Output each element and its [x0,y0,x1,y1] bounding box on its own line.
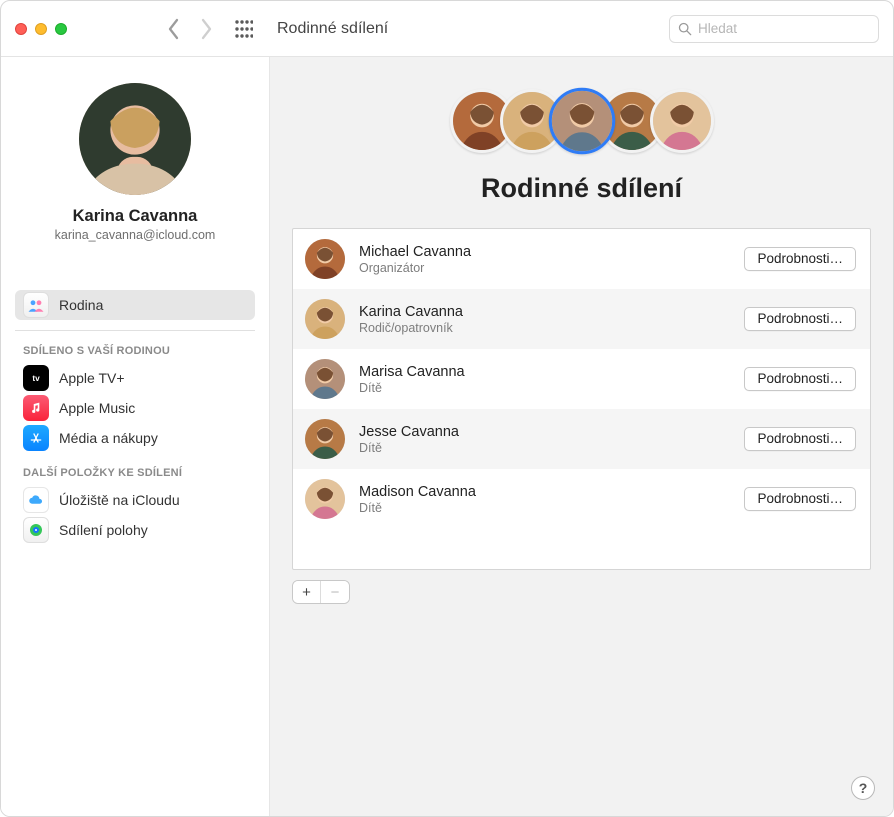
sidebar-item-apple-music[interactable]: Apple Music [15,393,255,423]
app-store-icon [23,425,49,451]
member-name: Michael Cavanna [359,244,730,260]
member-avatar [305,239,345,279]
sidebar-item-label: Média a nákupy [59,430,158,446]
member-details-button[interactable]: Podrobnosti… [744,247,856,271]
member-avatar [305,479,345,519]
member-details-button[interactable]: Podrobnosti… [744,367,856,391]
member-details-button[interactable]: Podrobnosti… [744,307,856,331]
search-input[interactable] [698,21,870,36]
family-member-row[interactable]: Jesse Cavanna Dítě Podrobnosti… [293,409,870,469]
apple-music-icon [23,395,49,421]
family-members-table: Michael Cavanna Organizátor Podrobnosti…… [292,228,871,570]
member-name: Marisa Cavanna [359,364,730,380]
show-all-button[interactable] [235,20,253,38]
sidebar-item-icloud-storage[interactable]: Úložiště na iCloudu [15,485,255,515]
sidebar-header-shared: Sdíleno s vaší rodinou [15,341,255,363]
sidebar-header-more: Další položky ke sdílení [15,463,255,485]
family-member-row[interactable]: Karina Cavanna Rodič/opatrovník Podrobno… [293,289,870,349]
family-member-row[interactable]: Marisa Cavanna Dítě Podrobnosti… [293,349,870,409]
sidebar-item-label: Apple TV+ [59,370,125,386]
find-my-icon [23,517,49,543]
member-role: Dítě [359,441,730,455]
minimize-window-button[interactable] [35,23,47,35]
search-field-wrapper[interactable] [669,15,879,43]
sidebar: Karina Cavanna karina_cavanna@icloud.com… [1,57,270,816]
account-email: karina_cavanna@icloud.com [55,228,216,242]
sidebar-separator [15,330,255,331]
member-text: Madison Cavanna Dítě [359,484,730,515]
member-role: Rodič/opatrovník [359,321,730,335]
member-avatar [305,299,345,339]
family-member-row[interactable]: Michael Cavanna Organizátor Podrobnosti… [293,229,870,289]
help-button[interactable]: ? [851,776,875,800]
member-name: Karina Cavanna [359,304,730,320]
member-role: Dítě [359,381,730,395]
member-avatar [305,419,345,459]
member-role: Organizátor [359,261,730,275]
member-avatar [305,359,345,399]
account-profile: Karina Cavanna karina_cavanna@icloud.com [15,77,255,258]
sidebar-item-label: Úložiště na iCloudu [59,492,180,508]
sidebar-item-label: Sdílení polohy [59,522,148,538]
member-text: Michael Cavanna Organizátor [359,244,730,275]
window-title: Rodinné sdílení [277,20,388,38]
sidebar-item-apple-tv[interactable]: tv Apple TV+ [15,363,255,393]
titlebar: Rodinné sdílení [1,1,893,57]
content-pane: Rodinné sdílení Michael Cavanna Organizá… [270,57,893,816]
member-role: Dítě [359,501,730,515]
window-controls [15,23,67,35]
sidebar-item-media-purchases[interactable]: Média a nákupy [15,423,255,453]
body: Karina Cavanna karina_cavanna@icloud.com… [1,57,893,816]
sidebar-item-label: Rodina [59,297,103,313]
member-text: Karina Cavanna Rodič/opatrovník [359,304,730,335]
svg-text:tv: tv [32,374,40,383]
forward-button[interactable] [200,18,213,40]
family-avatar-row [292,89,871,153]
family-avatar[interactable] [650,89,714,153]
apple-tv-icon: tv [23,365,49,391]
sidebar-item-location-sharing[interactable]: Sdílení polohy [15,515,255,545]
system-preferences-window: Rodinné sdílení Karina Cavanna [0,0,894,817]
account-avatar[interactable] [79,83,191,195]
member-details-button[interactable]: Podrobnosti… [744,427,856,451]
member-text: Jesse Cavanna Dítě [359,424,730,455]
member-name: Madison Cavanna [359,484,730,500]
member-text: Marisa Cavanna Dítě [359,364,730,395]
member-name: Jesse Cavanna [359,424,730,440]
remove-member-button[interactable]: − [321,581,349,603]
close-window-button[interactable] [15,23,27,35]
cloud-icon [23,487,49,513]
account-name: Karina Cavanna [73,207,198,226]
add-remove-controls: + − [292,580,350,604]
search-icon [678,22,692,36]
back-button[interactable] [167,18,180,40]
member-details-button[interactable]: Podrobnosti… [744,487,856,511]
family-avatar[interactable] [548,88,615,155]
sidebar-item-label: Apple Music [59,400,135,416]
family-icon [23,292,49,318]
page-heading: Rodinné sdílení [292,173,871,204]
zoom-window-button[interactable] [55,23,67,35]
history-nav [167,18,213,40]
sidebar-item-family[interactable]: Rodina [15,290,255,320]
add-member-button[interactable]: + [293,581,321,603]
family-member-row[interactable]: Madison Cavanna Dítě Podrobnosti… [293,469,870,529]
